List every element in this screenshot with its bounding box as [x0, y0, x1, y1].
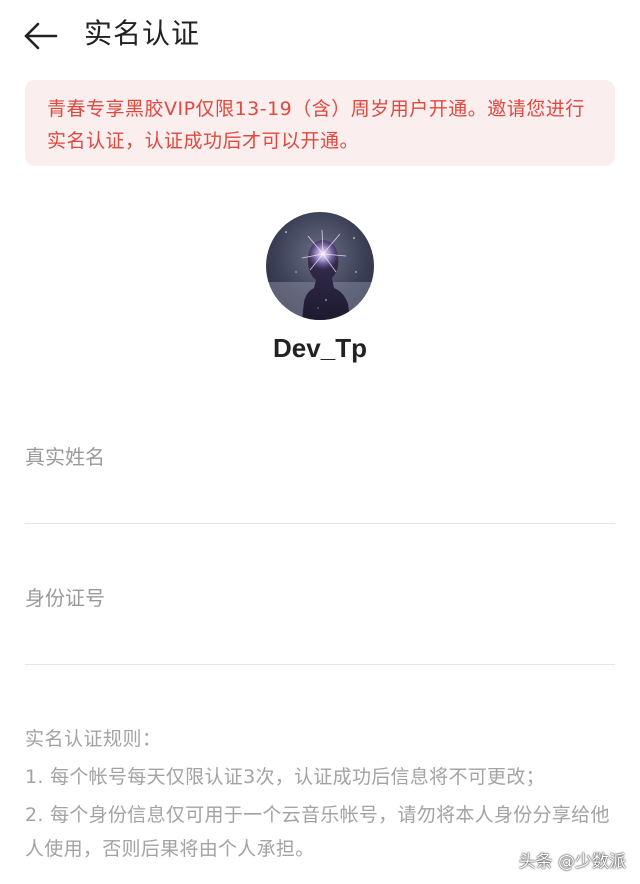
avatar-image-icon [266, 212, 374, 320]
watermark: 头条 @少数派 [518, 852, 626, 872]
rule-item: 1. 每个帐号每天仅限认证3次，认证成功后信息将不可更改； [25, 766, 545, 788]
id-number-input[interactable] [25, 575, 615, 621]
rules-title: 实名认证规则： [25, 728, 162, 750]
avatar [266, 212, 374, 320]
username: Dev_Tp [273, 333, 367, 363]
real-name-verification-page: 实名认证 青春专享黑胶VIP仅限13-19（含）周岁用户开通。邀请您进行实名认证… [0, 0, 640, 884]
age-notice-banner: 青春专享黑胶VIP仅限13-19（含）周岁用户开通。邀请您进行实名认证，认证成功… [25, 80, 615, 166]
notice-text: 青春专享黑胶VIP仅限13-19（含）周岁用户开通。邀请您进行实名认证，认证成功… [47, 98, 585, 152]
arrow-left-icon [24, 22, 58, 50]
id-number-field [25, 575, 615, 665]
header: 实名认证 [0, 0, 640, 70]
real-name-field [25, 434, 615, 524]
verification-rules: 实名认证规则： 1. 每个帐号每天仅限认证3次，认证成功后信息将不可更改； 2.… [25, 722, 615, 866]
back-button[interactable] [18, 14, 62, 58]
real-name-input[interactable] [25, 434, 615, 480]
page-title: 实名认证 [84, 17, 201, 50]
